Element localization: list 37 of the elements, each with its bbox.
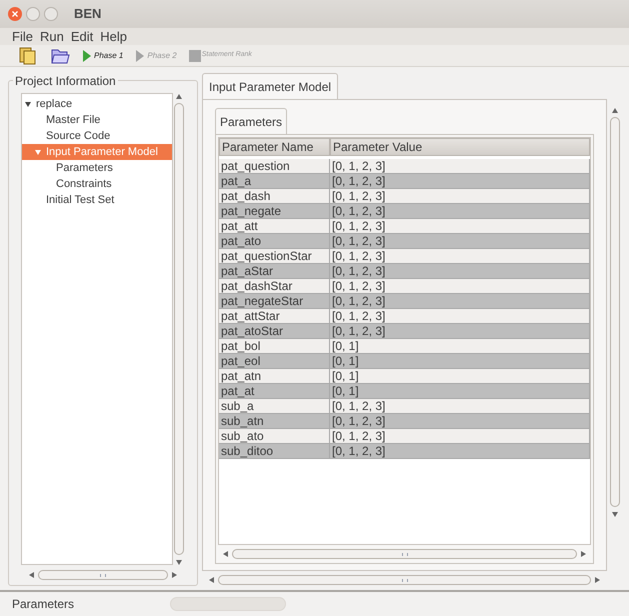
expanded-arrow-icon[interactable]	[25, 101, 31, 107]
menu-item[interactable]: File	[12, 26, 33, 46]
status-text: Parameters	[12, 596, 76, 613]
tab[interactable]: Parameters	[215, 108, 288, 134]
scroll-right-icon[interactable]	[595, 577, 601, 583]
tab[interactable]: Input Parameter Model	[202, 73, 338, 99]
column-header[interactable]: Parameter Name	[219, 138, 330, 156]
column-header[interactable]: Parameter Value	[330, 138, 590, 156]
menu-item[interactable]: Edit	[70, 26, 94, 46]
tree-item[interactable]: Constraints	[56, 176, 112, 192]
tree-item[interactable]: Master File	[46, 112, 100, 128]
horizontal-scrollbar[interactable]	[28, 569, 178, 581]
scroll-left-icon[interactable]	[222, 551, 228, 557]
window-title: BEN	[74, 5, 102, 24]
tree-item[interactable]: Initial Test Set	[46, 192, 114, 208]
tree-item[interactable]: Parameters	[56, 160, 113, 176]
phase-button[interactable]: Phase 1	[82, 48, 124, 62]
scroll-right-icon[interactable]	[581, 551, 587, 557]
scroll-down-icon[interactable]	[612, 511, 618, 517]
scroll-left-icon[interactable]	[28, 572, 34, 578]
scroll-up-icon[interactable]	[612, 107, 618, 113]
table-cell: [0, 1, 2, 3]	[330, 444, 590, 459]
tree-item[interactable]: Source Code	[46, 128, 110, 144]
vertical-scrollbar[interactable]	[609, 107, 621, 517]
table-cell: sub_ditoo	[219, 444, 330, 459]
close-icon[interactable]	[8, 7, 22, 21]
vertical-scrollbar[interactable]	[173, 93, 185, 565]
play-icon	[135, 48, 146, 62]
menu-item[interactable]: Run	[40, 26, 64, 46]
document-icon[interactable]	[18, 46, 38, 66]
scroll-left-icon[interactable]	[208, 577, 214, 583]
tree-item[interactable]: replace	[36, 96, 72, 112]
play-icon	[82, 48, 92, 62]
scroll-right-icon[interactable]	[172, 572, 178, 578]
scroll-up-icon[interactable]	[176, 93, 182, 99]
scroll-down-icon[interactable]	[176, 559, 182, 565]
menu-item[interactable]: Help	[100, 26, 127, 46]
